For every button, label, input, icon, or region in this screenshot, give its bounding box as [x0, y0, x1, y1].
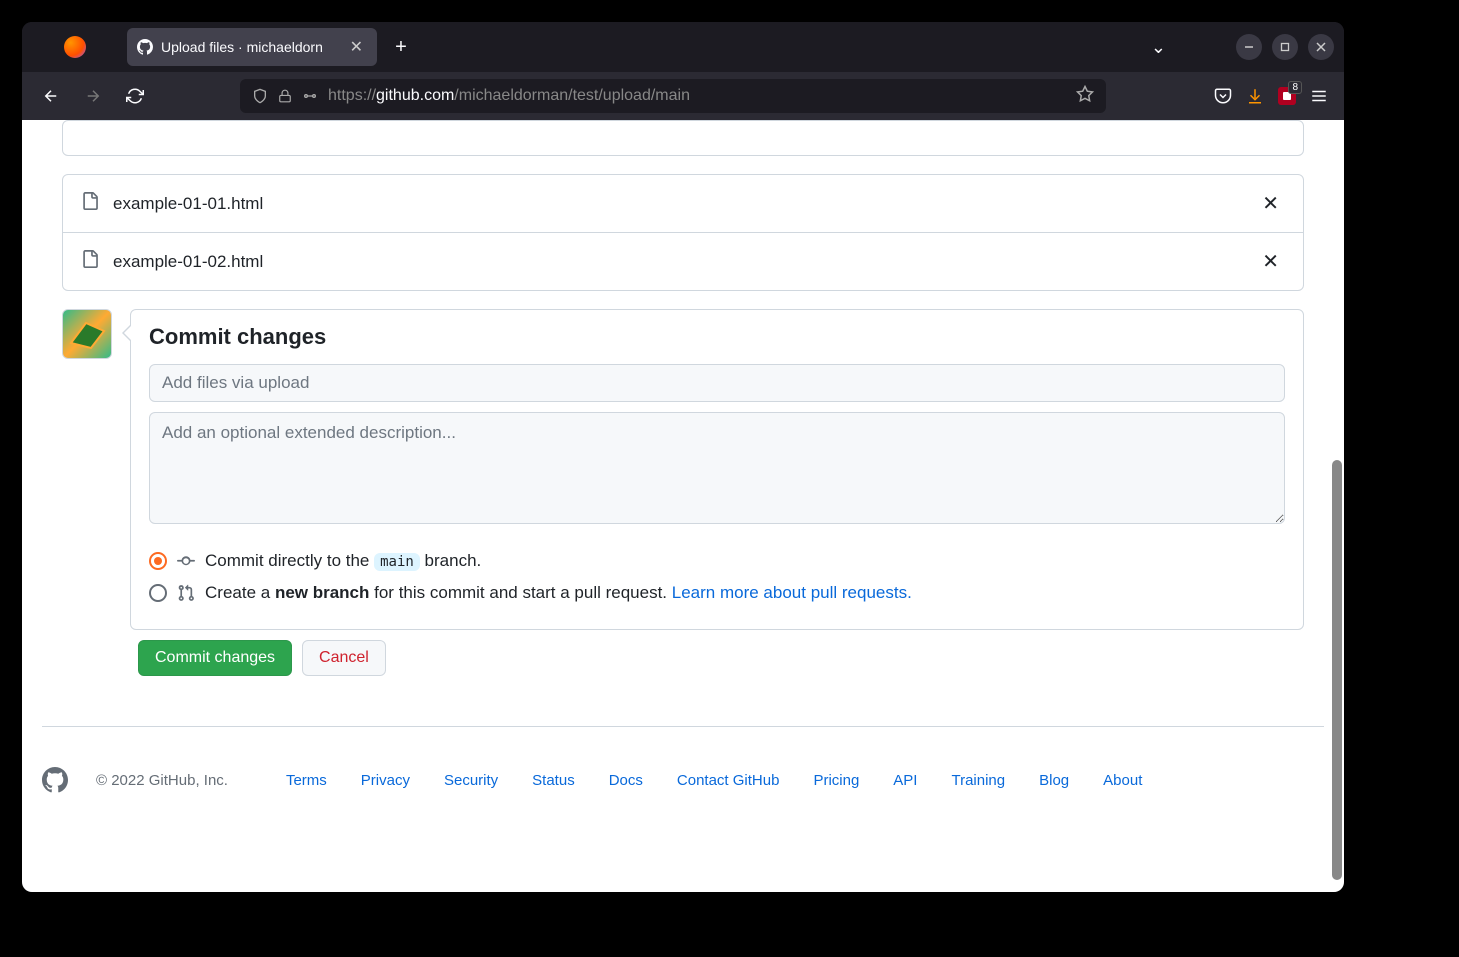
- remove-file-button[interactable]: ✕: [1256, 189, 1285, 218]
- nav-toolbar: https://github.com/michaeldorman/test/up…: [22, 72, 1344, 120]
- radio-icon[interactable]: [149, 584, 167, 602]
- titlebar: Upload files · michaeldorn ✕ + ⌄: [22, 22, 1344, 72]
- footer: © 2022 GitHub, Inc. Terms Privacy Securi…: [42, 767, 1324, 793]
- firefox-app-icon: [22, 36, 127, 58]
- lock-icon: [278, 89, 292, 103]
- chevron-down-icon[interactable]: ⌄: [1151, 37, 1166, 58]
- url-bar[interactable]: https://github.com/michaeldorman/test/up…: [240, 79, 1106, 113]
- permissions-icon[interactable]: [302, 88, 318, 104]
- file-icon: [81, 250, 99, 273]
- footer-link[interactable]: Privacy: [361, 772, 410, 789]
- shield-icon: [252, 88, 268, 104]
- minimize-button[interactable]: [1236, 34, 1262, 60]
- learn-more-link[interactable]: Learn more about pull requests.: [672, 583, 912, 602]
- scrollbar-thumb[interactable]: [1332, 460, 1342, 880]
- commit-description-input[interactable]: [149, 412, 1285, 524]
- pocket-icon[interactable]: [1214, 87, 1232, 105]
- file-name: example-01-02.html: [113, 252, 1242, 272]
- downloads-icon[interactable]: [1246, 87, 1264, 105]
- tab-title: Upload files · michaeldorn: [161, 39, 338, 55]
- footer-link[interactable]: About: [1103, 772, 1142, 789]
- file-row: example-01-02.html ✕: [63, 233, 1303, 290]
- remove-file-button[interactable]: ✕: [1256, 247, 1285, 276]
- browser-window: Upload files · michaeldorn ✕ + ⌄: [22, 22, 1344, 892]
- avatar: [62, 309, 112, 359]
- commit-newbranch-option[interactable]: Create a new branch for this commit and …: [149, 577, 1285, 609]
- github-icon: [137, 39, 153, 55]
- close-window-button[interactable]: [1308, 34, 1334, 60]
- file-name: example-01-01.html: [113, 194, 1242, 214]
- file-list: example-01-01.html ✕ example-01-02.html …: [62, 174, 1304, 291]
- footer-link[interactable]: Terms: [286, 772, 327, 789]
- commit-direct-label: Commit directly to the main branch.: [205, 551, 481, 571]
- footer-link[interactable]: Security: [444, 772, 498, 789]
- bookmark-star-icon[interactable]: [1076, 85, 1094, 108]
- commit-button[interactable]: Commit changes: [138, 640, 292, 676]
- footer-link[interactable]: Status: [532, 772, 575, 789]
- footer-copyright: © 2022 GitHub, Inc.: [96, 772, 228, 789]
- footer-link[interactable]: Training: [951, 772, 1005, 789]
- page-content: example-01-01.html ✕ example-01-02.html …: [22, 120, 1344, 892]
- footer-link[interactable]: Contact GitHub: [677, 772, 780, 789]
- maximize-button[interactable]: [1272, 34, 1298, 60]
- cancel-button[interactable]: Cancel: [302, 640, 386, 676]
- reload-button[interactable]: [118, 79, 152, 113]
- hamburger-menu-icon[interactable]: [1310, 87, 1328, 105]
- ublock-badge: 8: [1288, 81, 1302, 94]
- commit-heading: Commit changes: [149, 324, 1285, 350]
- footer-link[interactable]: Pricing: [813, 772, 859, 789]
- footer-link[interactable]: API: [893, 772, 917, 789]
- radio-icon[interactable]: [149, 552, 167, 570]
- commit-summary-input[interactable]: [149, 364, 1285, 402]
- forward-button[interactable]: [76, 79, 110, 113]
- commit-form: Commit changes Commit directly to the ma…: [130, 309, 1304, 630]
- commit-direct-option[interactable]: Commit directly to the main branch.: [149, 545, 1285, 577]
- github-logo-icon: [42, 767, 68, 793]
- tab-close-icon[interactable]: ✕: [346, 35, 367, 59]
- url-text: https://github.com/michaeldorman/test/up…: [328, 87, 1066, 105]
- back-button[interactable]: [34, 79, 68, 113]
- upload-dropzone[interactable]: [62, 120, 1304, 156]
- file-icon: [81, 192, 99, 215]
- new-tab-button[interactable]: +: [385, 31, 417, 63]
- browser-tab[interactable]: Upload files · michaeldorn ✕: [127, 28, 377, 66]
- footer-separator: [42, 726, 1324, 727]
- ublock-icon[interactable]: 8: [1278, 87, 1296, 105]
- footer-link[interactable]: Docs: [609, 772, 643, 789]
- footer-links: Terms Privacy Security Status Docs Conta…: [286, 772, 1142, 789]
- footer-link[interactable]: Blog: [1039, 772, 1069, 789]
- file-row: example-01-01.html ✕: [63, 175, 1303, 233]
- git-pull-request-icon: [177, 584, 195, 602]
- commit-newbranch-label: Create a new branch for this commit and …: [205, 583, 912, 603]
- git-commit-icon: [177, 552, 195, 570]
